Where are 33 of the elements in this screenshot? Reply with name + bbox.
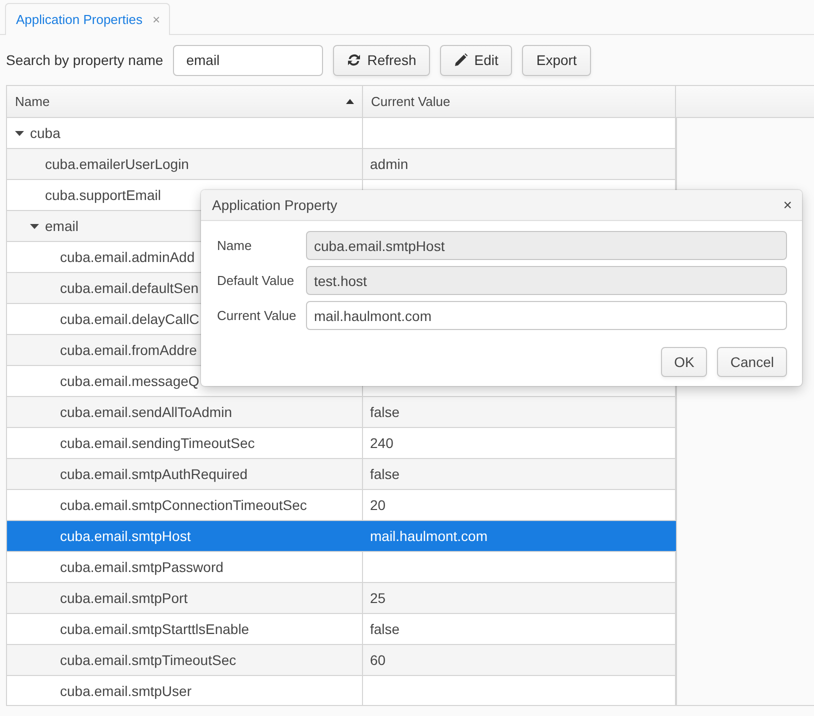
table-cell: cuba.email.smtpStarttlsEnable (60, 621, 250, 637)
table-cell: mail.haulmont.com (370, 528, 488, 544)
table-cell: cuba.email.smtpPort (60, 590, 188, 606)
table-cell: cuba.email.smtpPassword (60, 559, 224, 575)
table-cell: cuba.email.messageQ (60, 373, 200, 389)
table-cell: cuba.email.smtpAuthRequired (60, 466, 248, 482)
table-cell: cuba.email.smtpHost (60, 528, 191, 544)
field-label: Current Value (217, 308, 298, 323)
table-cell: false (370, 466, 400, 482)
search-label: Search by property name (6, 52, 164, 68)
table-cell: cuba.email.smtpConnectionTimeoutSec (60, 497, 307, 513)
field-label: Name (217, 238, 253, 253)
table-cell: email (45, 218, 78, 234)
table-cell: cuba.email.defaultSen (60, 280, 199, 296)
table-cell: false (370, 404, 400, 420)
table-cell: cuba.email.fromAddre (60, 342, 197, 358)
table-cell: cuba.email.adminAdd (60, 249, 195, 265)
table-cell: cuba.email.delayCallC (60, 311, 200, 327)
table-cell: false (370, 621, 400, 637)
table-cell: cuba.email.sendingTimeoutSec (60, 435, 255, 451)
table-cell: cuba.email.sendAllToAdmin (60, 404, 232, 420)
table-cell: cuba (30, 125, 60, 141)
table-cell: admin (370, 156, 408, 172)
table-cell: cuba.emailerUserLogin (45, 156, 189, 172)
table-cell: cuba.email.smtpUser (60, 683, 192, 699)
table-cell: cuba.email.smtpTimeoutSec (60, 652, 236, 668)
table-cell: 60 (370, 652, 386, 668)
table-cell: 240 (370, 435, 394, 451)
table-cell: 20 (370, 497, 386, 513)
dialog-title: Application Property (212, 197, 338, 213)
field-label: Default Value (217, 273, 296, 288)
table-cell: 25 (370, 590, 386, 606)
table-cell: cuba.supportEmail (45, 187, 161, 203)
